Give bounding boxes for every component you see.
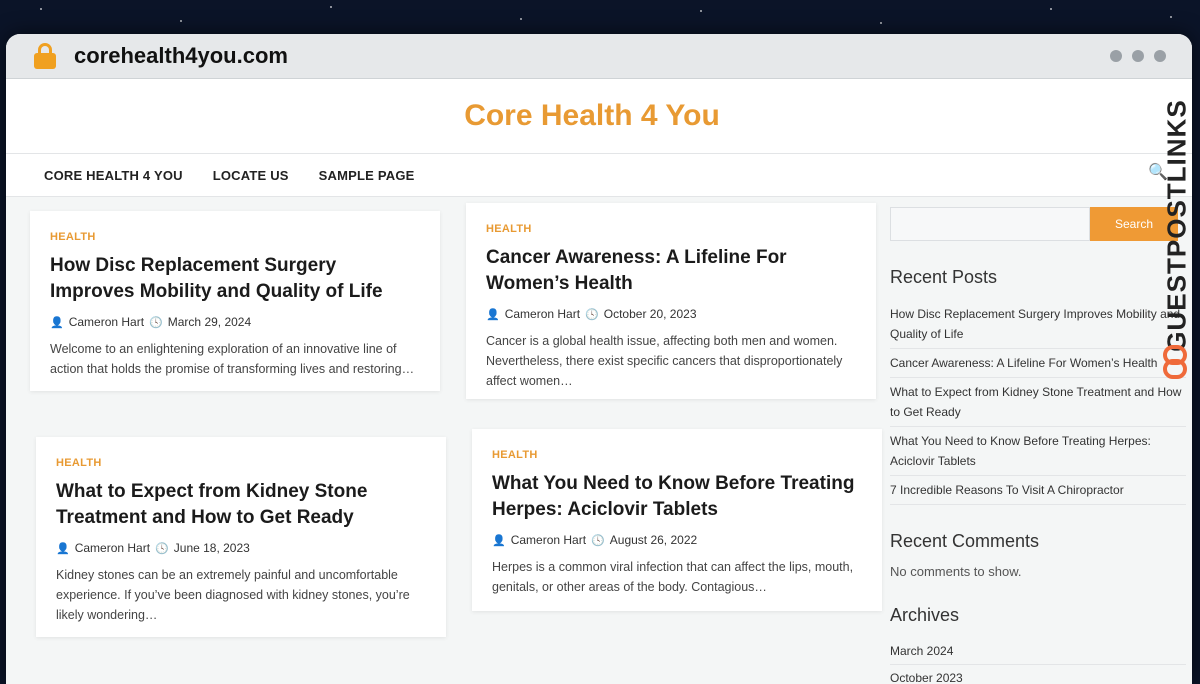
main-nav: CORE HEALTH 4 YOU LOCATE US SAMPLE PAGE …	[6, 154, 1192, 197]
site-header: Core Health 4 You	[6, 79, 1192, 154]
post-excerpt: Welcome to an enlightening exploration o…	[50, 342, 415, 376]
recent-post-link[interactable]: What You Need to Know Before Treating He…	[890, 427, 1186, 476]
sidebar: Search Recent Posts How Disc Replacement…	[890, 207, 1186, 684]
post-excerpt: Herpes is a common viral infection that …	[492, 560, 854, 594]
user-icon: 👤	[50, 316, 64, 329]
address-bar[interactable]: corehealth4you.com	[6, 34, 1192, 79]
user-icon: 👤	[486, 308, 500, 321]
lock-icon	[34, 43, 56, 69]
archives-title: Archives	[890, 605, 960, 625]
post-meta: 👤 Cameron Hart 🕓 March 29, 2024	[50, 315, 420, 329]
post-category[interactable]: HEALTH	[486, 223, 856, 235]
post-title[interactable]: How Disc Replacement Surgery Improves Mo…	[50, 253, 420, 305]
post-title[interactable]: Cancer Awareness: A Lifeline For Women’s…	[486, 245, 856, 297]
url-text[interactable]: corehealth4you.com	[74, 43, 288, 69]
post-author[interactable]: Cameron Hart	[511, 533, 586, 547]
post-category[interactable]: HEALTH	[56, 457, 426, 469]
clock-icon: 🕓	[585, 308, 599, 321]
recent-comments-title: Recent Comments	[890, 531, 1040, 551]
search-input[interactable]	[890, 207, 1090, 241]
post-meta: 👤 Cameron Hart 🕓 August 26, 2022	[492, 533, 862, 547]
post-date[interactable]: June 18, 2023	[174, 541, 250, 555]
recent-post-link[interactable]: How Disc Replacement Surgery Improves Mo…	[890, 300, 1186, 349]
nav-item-home[interactable]: CORE HEALTH 4 YOU	[44, 168, 183, 183]
content-area: HEALTH How Disc Replacement Surgery Impr…	[6, 197, 1192, 684]
site-title[interactable]: Core Health 4 You	[464, 99, 720, 133]
post-date[interactable]: October 20, 2023	[604, 307, 697, 321]
archives-list: March 2024 October 2023	[890, 638, 1186, 684]
recent-post-link[interactable]: Cancer Awareness: A Lifeline For Women’s…	[890, 349, 1186, 378]
watermark: GUESTPOSTLINKS	[1158, 90, 1192, 390]
post-author[interactable]: Cameron Hart	[75, 541, 150, 555]
post-card: HEALTH What to Expect from Kidney Stone …	[36, 437, 446, 637]
archive-link[interactable]: October 2023	[890, 665, 1186, 684]
clock-icon: 🕓	[149, 316, 163, 329]
search-form: Search	[890, 207, 1186, 241]
recent-posts-title: Recent Posts	[890, 267, 998, 287]
recent-post-link[interactable]: What to Expect from Kidney Stone Treatme…	[890, 378, 1186, 427]
window-dot-icon[interactable]	[1132, 50, 1144, 62]
post-date[interactable]: March 29, 2024	[168, 315, 251, 329]
post-category[interactable]: HEALTH	[492, 449, 862, 461]
no-comments-text: No comments to show.	[890, 564, 1022, 579]
post-meta: 👤 Cameron Hart 🕓 June 18, 2023	[56, 541, 426, 555]
recent-posts-list: How Disc Replacement Surgery Improves Mo…	[890, 300, 1186, 505]
user-icon: 👤	[56, 542, 70, 555]
watermark-text: GUESTPOSTLINKS	[1161, 99, 1192, 352]
post-author[interactable]: Cameron Hart	[69, 315, 144, 329]
browser-window: corehealth4you.com Core Health 4 You COR…	[6, 34, 1192, 684]
post-card: HEALTH What You Need to Know Before Trea…	[472, 429, 882, 611]
window-dot-icon[interactable]	[1154, 50, 1166, 62]
post-excerpt: Kidney stones can be an extremely painfu…	[56, 568, 410, 622]
post-card: HEALTH Cancer Awareness: A Lifeline For …	[466, 203, 876, 399]
archive-link[interactable]: March 2024	[890, 638, 1186, 665]
recent-post-link[interactable]: 7 Incredible Reasons To Visit A Chiropra…	[890, 476, 1186, 505]
post-excerpt: Cancer is a global health issue, affecti…	[486, 334, 843, 388]
nav-item-sample-page[interactable]: SAMPLE PAGE	[319, 168, 415, 183]
window-controls	[1110, 50, 1166, 62]
post-category[interactable]: HEALTH	[50, 231, 420, 243]
clock-icon: 🕓	[155, 542, 169, 555]
post-title[interactable]: What to Expect from Kidney Stone Treatme…	[56, 479, 426, 531]
post-date[interactable]: August 26, 2022	[610, 533, 697, 547]
nav-item-locate-us[interactable]: LOCATE US	[213, 168, 289, 183]
link-logo-icon	[1163, 345, 1187, 379]
window-dot-icon[interactable]	[1110, 50, 1122, 62]
post-title[interactable]: What You Need to Know Before Treating He…	[492, 471, 862, 523]
post-meta: 👤 Cameron Hart 🕓 October 20, 2023	[486, 307, 856, 321]
post-author[interactable]: Cameron Hart	[505, 307, 580, 321]
user-icon: 👤	[492, 534, 506, 547]
post-card: HEALTH How Disc Replacement Surgery Impr…	[30, 211, 440, 391]
clock-icon: 🕓	[591, 534, 605, 547]
